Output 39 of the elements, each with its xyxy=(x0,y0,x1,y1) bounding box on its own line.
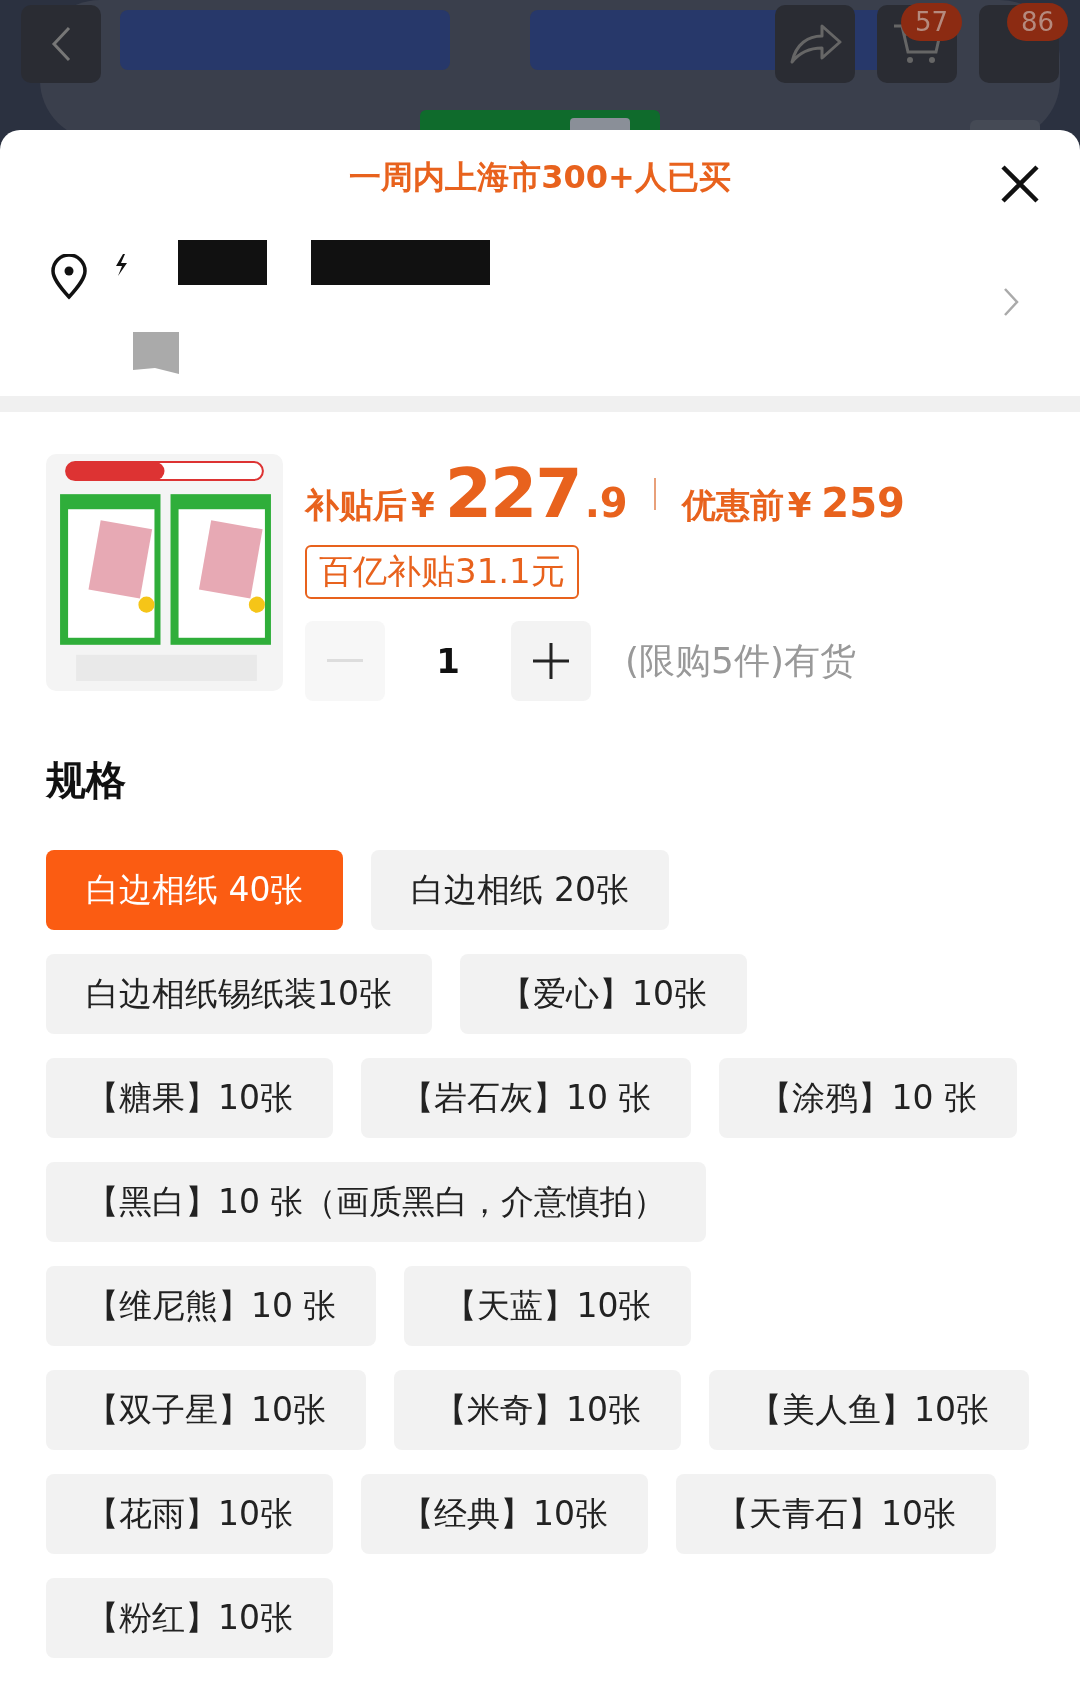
spec-option[interactable]: 【天蓝】10张 xyxy=(404,1266,692,1346)
spec-option[interactable]: 【岩石灰】10 张 xyxy=(361,1058,692,1138)
spec-option[interactable]: 【米奇】10张 xyxy=(394,1370,681,1450)
spec-option[interactable]: 【花雨】10张 xyxy=(46,1474,333,1554)
spec-option[interactable]: 白边相纸锡纸装10张 xyxy=(46,954,432,1034)
spec-option[interactable]: 白边相纸 20张 xyxy=(371,850,669,930)
back-icon xyxy=(49,24,73,64)
spec-option[interactable]: 【双子星】10张 xyxy=(46,1370,366,1450)
original-price: 259 xyxy=(821,480,905,526)
spec-option[interactable]: 【爱心】10张 xyxy=(460,954,747,1034)
chevron-icon xyxy=(1002,286,1020,318)
currency-symbol: ¥ xyxy=(787,485,812,525)
bolt-icon xyxy=(114,254,128,276)
spec-option[interactable]: 【涂鸦】10 张 xyxy=(719,1058,1017,1138)
price-label: 补贴后 xyxy=(305,484,407,527)
share-button[interactable] xyxy=(775,5,855,83)
close-button[interactable] xyxy=(1000,164,1040,204)
section-heading: 规格 xyxy=(46,756,127,805)
share-icon xyxy=(788,22,842,66)
spec-option[interactable]: 【天青石】10张 xyxy=(676,1474,996,1554)
spec-option[interactable]: 【黑白】10 张（画质黑白，介意慎拍） xyxy=(46,1162,707,1242)
flag-icon xyxy=(133,332,179,374)
spec-option[interactable]: 【经典】10张 xyxy=(361,1474,648,1554)
spec-option[interactable]: 【粉红】10张 xyxy=(46,1578,333,1658)
plus-button[interactable] xyxy=(511,621,591,701)
price: 227 xyxy=(444,454,581,533)
spec-option[interactable]: 【维尼熊】10 张 xyxy=(46,1266,377,1346)
subsidy-tag: 百亿补贴31.1元 xyxy=(305,545,579,599)
sheet-title: 一周内上海市300+人已买 xyxy=(349,157,731,198)
stock-status: (限购5件)有货 xyxy=(625,638,856,683)
spec-option[interactable]: 【美人鱼】10张 xyxy=(709,1370,1029,1450)
plus-icon xyxy=(533,643,569,679)
original-price-label: 优惠前 xyxy=(681,484,784,527)
quantity-value: 1 xyxy=(435,641,461,681)
spec-option[interactable]: 【糖果】10张 xyxy=(46,1058,333,1138)
close-icon xyxy=(1000,164,1040,204)
location-icon xyxy=(50,254,88,300)
price-decimal: .9 xyxy=(584,480,628,526)
currency-symbol: ¥ xyxy=(411,485,435,525)
